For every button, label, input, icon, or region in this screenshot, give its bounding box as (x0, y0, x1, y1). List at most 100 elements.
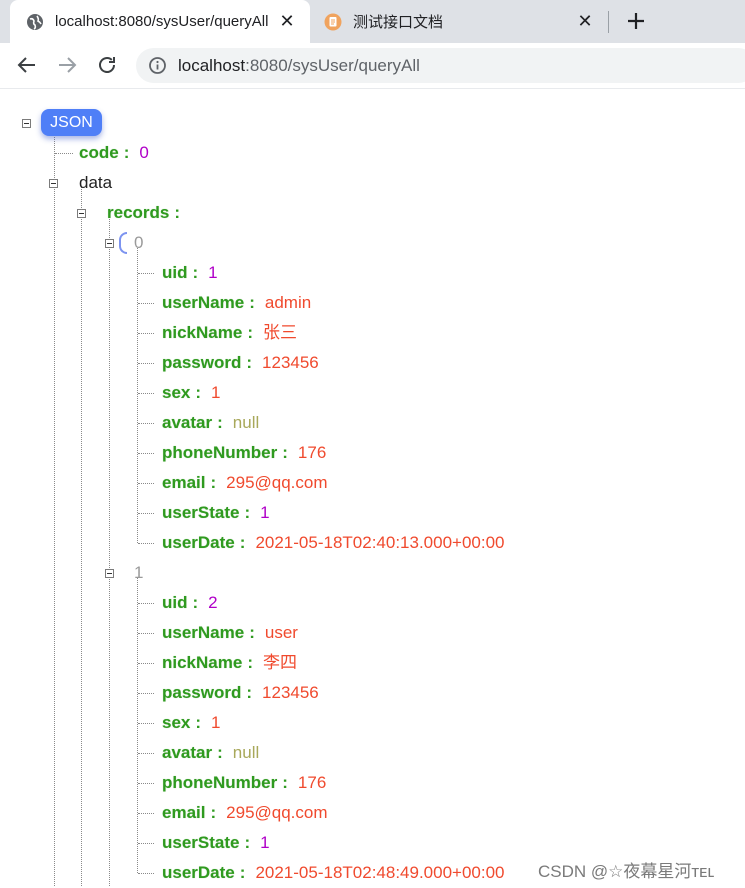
json-field-row: nickName: 李四 (162, 648, 297, 678)
tree-guide-line (138, 873, 154, 874)
address-bar[interactable]: localhost:8080/sysUser/queryAll (136, 48, 745, 83)
tab-api-docs[interactable]: 测试接口文档 ✕ (312, 0, 608, 43)
json-key: nickName (162, 653, 243, 672)
close-tab-icon[interactable]: ✕ (576, 12, 594, 30)
collapse-record-toggle[interactable] (105, 569, 114, 578)
new-tab-icon[interactable] (624, 9, 648, 33)
collapse-data-toggle[interactable] (49, 179, 58, 188)
json-key: avatar (162, 743, 213, 762)
json-value: 0 (139, 143, 149, 162)
json-key: userName (162, 293, 245, 312)
json-row-code: code:0 (79, 138, 149, 168)
json-colon: : (174, 203, 181, 222)
json-key: email (162, 473, 206, 492)
json-field-row: avatar: null (162, 408, 259, 438)
collapse-record-toggle[interactable] (105, 239, 114, 248)
document-icon (324, 13, 342, 30)
json-colon: : (192, 263, 199, 282)
json-key: userDate (162, 533, 235, 552)
record-index-row: 1 (134, 558, 143, 588)
json-value: 123456 (262, 353, 319, 372)
json-colon: : (239, 533, 246, 552)
json-value: user (264, 623, 298, 642)
json-colon: : (195, 383, 202, 402)
json-key: phoneNumber (162, 773, 278, 792)
tree-guide-line (138, 273, 154, 274)
json-key: uid (162, 263, 188, 282)
json-root-badge: JSON (41, 109, 102, 136)
json-field-row: password:123456 (162, 348, 319, 378)
tree-guide-line (137, 578, 138, 873)
json-key: password (162, 683, 242, 702)
json-colon: : (217, 413, 223, 432)
json-field-row: userDate:2021-05-18T02:48:49.000+00:00 (162, 858, 505, 888)
json-key: userState (162, 833, 240, 852)
tab-query-all[interactable]: localhost:8080/sysUser/queryAll ✕ (10, 0, 310, 43)
json-field-row: uid:2 (162, 588, 218, 618)
info-icon[interactable] (148, 56, 167, 75)
json-field-row: phoneNumber:176 (162, 438, 326, 468)
tab-separator (608, 11, 609, 33)
json-field-row: nickName: 张三 (162, 318, 297, 348)
json-key: code (79, 143, 119, 162)
json-key: phoneNumber (162, 443, 278, 462)
reload-icon[interactable] (95, 53, 119, 77)
json-colon: : (282, 773, 288, 792)
json-field-row: userState:1 (162, 828, 270, 858)
json-colon: : (239, 863, 246, 882)
json-colon: : (247, 653, 253, 672)
json-value: 1 (208, 263, 218, 282)
json-field-row: password:123456 (162, 678, 319, 708)
json-colon: : (249, 623, 255, 642)
json-value: null (232, 413, 260, 432)
tree-guide-line (138, 483, 154, 484)
close-tab-icon[interactable]: ✕ (278, 12, 296, 30)
forward-icon[interactable] (55, 53, 79, 77)
json-key: avatar (162, 413, 213, 432)
json-colon: : (244, 503, 251, 522)
tree-guide-line (109, 217, 110, 886)
json-key: sex (162, 383, 191, 402)
tree-guide-line (138, 783, 154, 784)
tree-guide-line (138, 393, 154, 394)
highlight-bracket (119, 232, 127, 254)
json-colon: : (195, 713, 202, 732)
tree-guide-line (138, 333, 154, 334)
json-value: 1 (211, 713, 221, 732)
collapse-root-toggle[interactable] (22, 119, 31, 128)
tree-guide-line (54, 133, 55, 886)
json-colon: : (244, 833, 251, 852)
json-value: 176 (297, 443, 327, 462)
tree-guide-line (55, 153, 73, 154)
back-icon[interactable] (15, 53, 39, 77)
tree-guide-line (138, 723, 154, 724)
json-field-row: userState:1 (162, 498, 270, 528)
collapse-records-toggle[interactable] (77, 209, 86, 218)
browser-toolbar: localhost:8080/sysUser/queryAll (0, 43, 745, 89)
json-value: 张三 (263, 323, 297, 342)
json-colon: : (246, 353, 253, 372)
json-field-row: phoneNumber:176 (162, 768, 326, 798)
tree-guide-line (81, 187, 82, 886)
tree-guide-line (138, 633, 154, 634)
globe-icon (27, 13, 43, 30)
tab-title: localhost:8080/sysUser/queryAll (55, 13, 269, 30)
json-value: 1 (260, 833, 270, 852)
json-field-row: userDate:2021-05-18T02:40:13.000+00:00 (162, 528, 505, 558)
json-colon: : (249, 293, 255, 312)
json-value: 2021-05-18T02:40:13.000+00:00 (255, 533, 505, 552)
json-field-row: sex:1 (162, 708, 221, 738)
json-field-row: email:295@qq.com (162, 798, 328, 828)
tree-guide-line (138, 423, 154, 424)
json-value: 176 (297, 773, 327, 792)
json-colon: : (210, 803, 217, 822)
json-key: password (162, 353, 242, 372)
tree-guide-line (138, 693, 154, 694)
tree-guide-line (138, 513, 154, 514)
json-value: 李四 (263, 653, 297, 672)
json-field-row: userName: admin (162, 288, 311, 318)
json-value: 123456 (262, 683, 319, 702)
json-value: 295@qq.com (226, 473, 328, 492)
json-key: records (107, 203, 170, 222)
json-row-records: records: (107, 198, 190, 228)
